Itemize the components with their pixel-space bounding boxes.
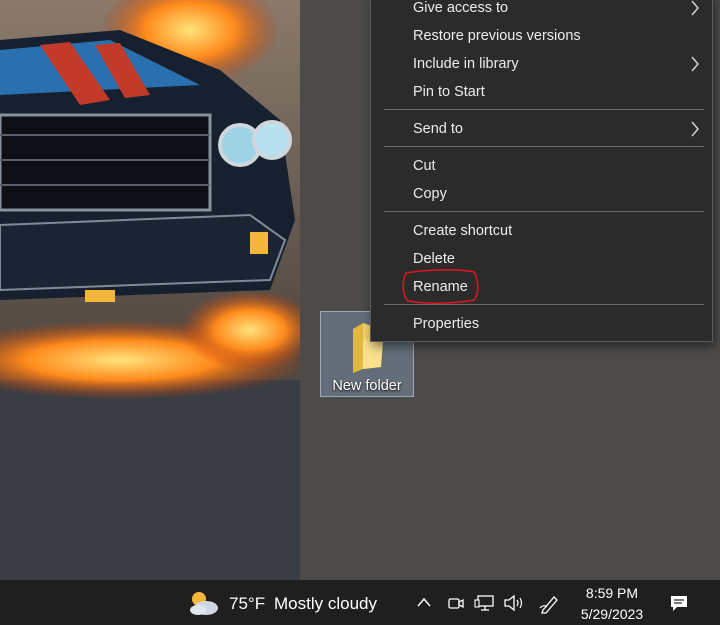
menu-separator bbox=[384, 304, 704, 305]
menu-item-cut[interactable]: Cut bbox=[371, 153, 712, 179]
menu-item-label: Rename bbox=[413, 279, 468, 295]
menu-item-label: Create shortcut bbox=[413, 223, 513, 239]
folder-label: New folder bbox=[332, 378, 402, 394]
car-wallpaper-image bbox=[0, 0, 300, 580]
menu-item-label: Properties bbox=[413, 316, 480, 332]
pen-icon[interactable] bbox=[539, 594, 561, 619]
chevron-up-icon[interactable] bbox=[415, 594, 433, 617]
clock-date[interactable]: 5/29/2023 bbox=[576, 606, 648, 622]
menu-item-restore-previous-versions[interactable]: Restore previous versions bbox=[371, 23, 712, 49]
menu-separator bbox=[384, 211, 704, 212]
volume-icon[interactable] bbox=[503, 594, 525, 617]
menu-item-label: Include in library bbox=[413, 56, 519, 72]
menu-item-label: Restore previous versions bbox=[413, 28, 581, 44]
menu-item-pin-to-start[interactable]: Pin to Start bbox=[371, 79, 712, 105]
desktop-wallpaper bbox=[0, 0, 300, 580]
context-menu: Give access to Restore previous versions… bbox=[370, 0, 713, 342]
menu-item-send-to[interactable]: Send to bbox=[371, 116, 712, 142]
notification-icon[interactable] bbox=[669, 594, 689, 617]
menu-item-label: Give access to bbox=[413, 0, 509, 16]
weather-temperature[interactable]: 75°F bbox=[229, 594, 265, 614]
menu-item-include-in-library[interactable]: Include in library bbox=[371, 51, 712, 77]
partly-cloudy-icon[interactable] bbox=[186, 589, 220, 622]
chevron-right-icon bbox=[691, 121, 699, 137]
chevron-right-icon bbox=[691, 56, 699, 72]
menu-item-label: Delete bbox=[413, 251, 455, 267]
menu-item-delete[interactable]: Delete bbox=[371, 246, 712, 272]
menu-item-label: Send to bbox=[413, 121, 463, 137]
menu-separator bbox=[384, 146, 704, 147]
chevron-right-icon bbox=[691, 0, 699, 16]
menu-separator bbox=[384, 109, 704, 110]
menu-item-label: Copy bbox=[413, 186, 447, 202]
weather-condition[interactable]: Mostly cloudy bbox=[274, 594, 377, 614]
menu-item-properties[interactable]: Properties bbox=[371, 311, 712, 337]
menu-item-copy[interactable]: Copy bbox=[371, 181, 712, 207]
network-icon[interactable] bbox=[474, 594, 496, 617]
meet-now-icon[interactable] bbox=[447, 594, 465, 617]
menu-item-create-shortcut[interactable]: Create shortcut bbox=[371, 218, 712, 244]
menu-item-give-access-to[interactable]: Give access to bbox=[371, 0, 712, 21]
menu-item-label: Pin to Start bbox=[413, 84, 485, 100]
menu-item-rename[interactable]: Rename bbox=[371, 274, 712, 300]
taskbar: 75°F Mostly cloudy 8:59 PM 5/29/2023 bbox=[0, 580, 720, 625]
clock-time[interactable]: 8:59 PM bbox=[576, 585, 648, 601]
menu-item-label: Cut bbox=[413, 158, 436, 174]
